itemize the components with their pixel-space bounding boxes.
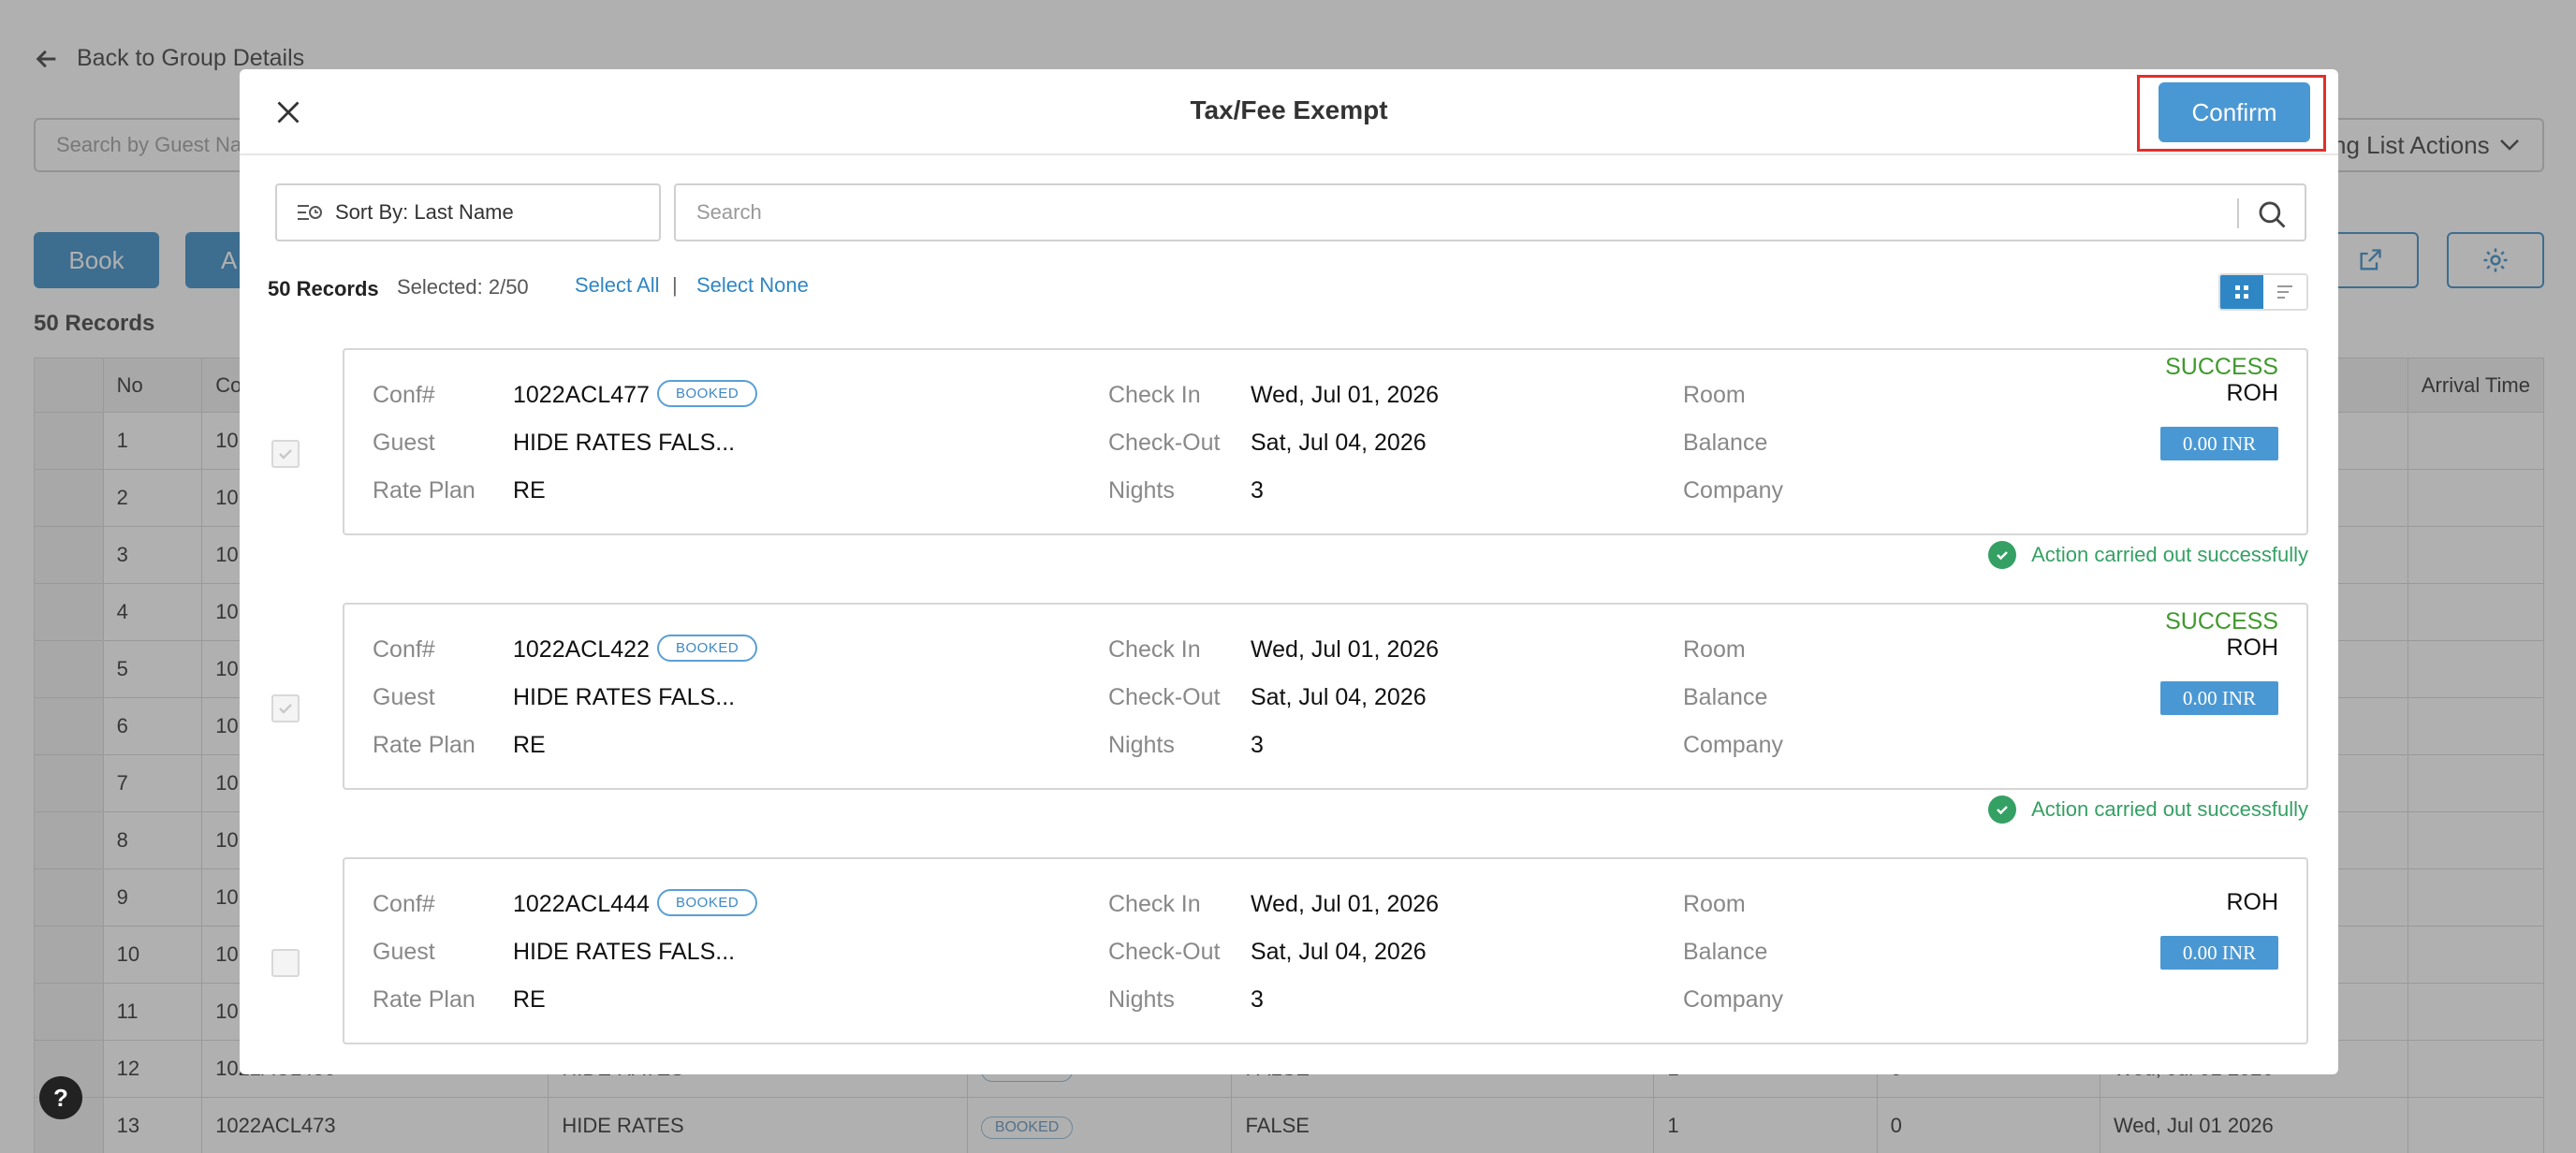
room-label: Room: [1683, 382, 1746, 408]
reservation-checkbox[interactable]: [271, 440, 300, 468]
nights-value: 3: [1251, 986, 1264, 1013]
guest-label: Guest: [373, 430, 435, 456]
help-button[interactable]: ?: [39, 1076, 82, 1119]
conf-label: Conf#: [373, 891, 435, 917]
reservation-card[interactable]: Conf# 1022ACL477 BOOKED Guest HIDE RATES FAL…: [343, 348, 2308, 535]
reservation-card[interactable]: Conf# 1022ACL444 BOOKED Guest HIDE RATES FAL…: [343, 857, 2308, 1044]
checkmark-icon: [279, 449, 292, 460]
grid-view-button[interactable]: [2220, 275, 2263, 309]
room-value: ROH: [2226, 380, 2278, 406]
select-none-link[interactable]: Select None: [696, 273, 809, 298]
rate-plan-label: Rate Plan: [373, 732, 476, 758]
balance-badge: 0.00 INR: [2160, 936, 2278, 970]
check-in-value: Wed, Jul 01, 2026: [1251, 382, 1440, 408]
list-icon: [2277, 285, 2292, 299]
checkmark-icon: [279, 704, 292, 714]
room-label: Room: [1683, 891, 1746, 917]
status-badge: BOOKED: [657, 635, 758, 662]
check-in-label: Check In: [1108, 636, 1201, 663]
success-message-text: Action carried out successfully: [2031, 543, 2308, 566]
status-badge: BOOKED: [657, 889, 758, 916]
check-out-label: Check-Out: [1108, 684, 1221, 710]
status-badge: BOOKED: [657, 380, 758, 407]
guest-value: HIDE RATES FALS...: [513, 684, 736, 710]
view-toggle: [2218, 273, 2308, 311]
reservation-checkbox[interactable]: [271, 949, 300, 977]
modal-title: Tax/Fee Exempt: [1190, 95, 1388, 124]
sort-dropdown[interactable]: Sort By: Last Name: [275, 183, 661, 241]
balance-badge: 0.00 INR: [2160, 427, 2278, 460]
balance-label: Balance: [1683, 684, 1768, 710]
search-input[interactable]: Search: [674, 183, 2306, 241]
conf-value: 1022ACL477: [513, 382, 650, 408]
success-message: Action carried out successfully: [1988, 541, 2308, 569]
check-out-label: Check-Out: [1108, 430, 1221, 456]
guest-value: HIDE RATES FALS...: [513, 430, 736, 456]
rate-plan-value: RE: [513, 986, 546, 1013]
room-value: ROH: [2226, 635, 2278, 661]
select-separator: |: [672, 273, 678, 297]
nights-label: Nights: [1108, 477, 1175, 504]
result-status: SUCCESS: [2165, 354, 2278, 380]
balance-label: Balance: [1683, 939, 1768, 965]
selected-count: Selected: 2/50: [397, 275, 529, 299]
rate-plan-value: RE: [513, 477, 546, 504]
company-label: Company: [1683, 477, 1783, 504]
records-count: 50 Records: [268, 277, 379, 300]
rate-plan-value: RE: [513, 732, 546, 758]
check-out-value: Sat, Jul 04, 2026: [1251, 684, 1427, 710]
check-in-value: Wed, Jul 01, 2026: [1251, 891, 1440, 917]
conf-value: 1022ACL422: [513, 636, 650, 663]
guest-label: Guest: [373, 939, 435, 965]
search-placeholder: Search: [696, 200, 762, 224]
guest-value: HIDE RATES FALS...: [513, 939, 736, 965]
check-in-value: Wed, Jul 01, 2026: [1251, 636, 1440, 663]
reservation-card[interactable]: Conf# 1022ACL422 BOOKED Guest HIDE RATES FAL…: [343, 603, 2308, 790]
nights-value: 3: [1251, 732, 1264, 758]
check-in-label: Check In: [1108, 891, 1201, 917]
nights-label: Nights: [1108, 732, 1175, 758]
company-label: Company: [1683, 986, 1783, 1013]
modal-header: Tax/Fee Exempt Confirm: [240, 69, 2338, 155]
search-divider: [2237, 198, 2239, 228]
search-icon[interactable]: [2256, 198, 2288, 230]
tax-fee-exempt-modal: Tax/Fee Exempt Confirm Sort By: Last Nam…: [240, 69, 2338, 1074]
rate-plan-label: Rate Plan: [373, 986, 476, 1013]
check-out-value: Sat, Jul 04, 2026: [1251, 430, 1427, 456]
check-circle-icon: [1988, 795, 2017, 824]
balance-label: Balance: [1683, 430, 1768, 456]
balance-badge: 0.00 INR: [2160, 681, 2278, 715]
success-message: Action carried out successfully: [1988, 795, 2308, 824]
check-circle-icon: [1988, 541, 2017, 569]
sort-icon: [298, 205, 322, 220]
sort-label: Sort By: Last Name: [335, 200, 514, 224]
check-out-value: Sat, Jul 04, 2026: [1251, 939, 1427, 965]
room-value: ROH: [2226, 889, 2278, 915]
list-view-button[interactable]: [2263, 275, 2306, 309]
confirm-button[interactable]: Confirm: [2159, 82, 2310, 142]
company-label: Company: [1683, 732, 1783, 758]
grid-icon: [2235, 285, 2248, 299]
conf-label: Conf#: [373, 636, 435, 663]
select-all-link[interactable]: Select All: [575, 273, 660, 298]
room-label: Room: [1683, 636, 1746, 663]
result-status: SUCCESS: [2165, 608, 2278, 635]
guest-label: Guest: [373, 684, 435, 710]
conf-label: Conf#: [373, 382, 435, 408]
success-message-text: Action carried out successfully: [2031, 797, 2308, 821]
check-out-label: Check-Out: [1108, 939, 1221, 965]
nights-value: 3: [1251, 477, 1264, 504]
nights-label: Nights: [1108, 986, 1175, 1013]
check-in-label: Check In: [1108, 382, 1201, 408]
reservation-checkbox[interactable]: [271, 694, 300, 722]
rate-plan-label: Rate Plan: [373, 477, 476, 504]
conf-value: 1022ACL444: [513, 891, 650, 917]
